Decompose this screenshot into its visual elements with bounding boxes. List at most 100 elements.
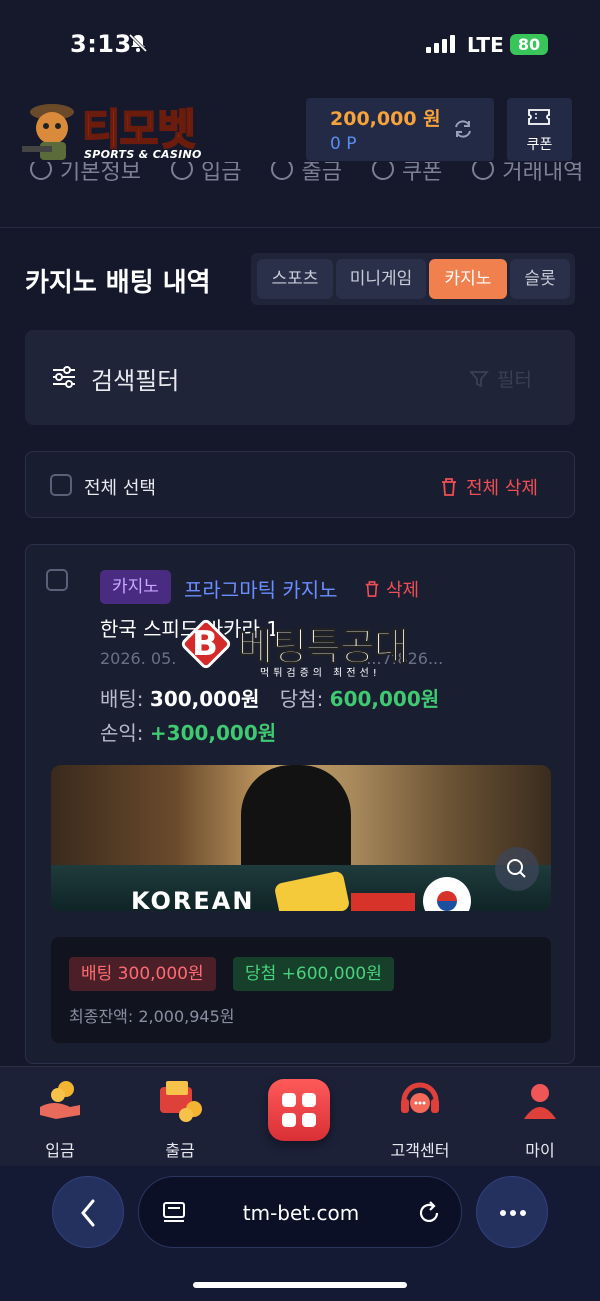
network-type: LTE [467, 33, 504, 57]
profit-label: 손익: [100, 721, 144, 745]
filter-button-label: 필터 [497, 369, 532, 391]
more-dots-icon [500, 1210, 526, 1216]
profit-row: 손익: +300,000원 [100, 717, 276, 746]
zoom-button[interactable] [495, 847, 539, 891]
reload-icon[interactable] [415, 1199, 443, 1227]
bottom-nav-support-label: 고객센터 [390, 1141, 450, 1160]
dollar-icon [170, 162, 193, 180]
watermark-letter: B [192, 624, 218, 664]
delete-button[interactable]: 삭제 [364, 576, 419, 602]
signal-icon [426, 35, 458, 53]
select-all-bar: 전체 선택 전체 삭제 [25, 451, 575, 518]
tab-slot[interactable]: 슬롯 [510, 259, 570, 299]
trash-icon [365, 581, 379, 597]
nav-deposit[interactable]: 입금 [170, 162, 241, 192]
points-amount: 0 P [330, 134, 357, 154]
home-indicator [193, 1282, 407, 1288]
watermark-subtitle: 먹튀검증의 최전선! [260, 668, 381, 679]
balance-panel[interactable]: 200,000 원 0 P [306, 98, 494, 161]
support-icon [401, 1082, 439, 1113]
nav-history[interactable]: 거래내역 [472, 162, 583, 192]
summary-bet-badge: 배팅 300,000원 [69, 957, 216, 991]
deposit-icon [40, 1081, 80, 1119]
address-bar[interactable]: tm-bet.com [138, 1176, 462, 1248]
trash-icon [442, 478, 456, 496]
bottom-nav: 입금 출금 고객센터 마이 [0, 1066, 600, 1166]
tab-casino[interactable]: 카지노 [429, 259, 507, 299]
coupon-label: 쿠폰 [526, 137, 553, 153]
search-filter-panel[interactable]: 검색필터 필터 [25, 330, 575, 425]
site-header: 티모벳 SPORTS & CASINO 200,000 원 0 P 쿠폰 기본정… [0, 90, 600, 228]
account-nav: 기본정보 입금 출금 쿠폰 거래내역 [30, 162, 600, 192]
bet-summary: 배팅 300,000원 당첨 +600,000원 최종잔액: 2,000,945… [51, 937, 551, 1043]
funnel-icon [469, 370, 489, 387]
summary-win-badge: 당첨 +600,000원 [233, 957, 394, 991]
page-title: 카지노 배팅 내역 [25, 268, 211, 298]
bet-amount-row: 배팅: 300,000원 당첨: 600,000원 [100, 683, 439, 712]
tab-minigame[interactable]: 미니게임 [336, 259, 426, 299]
bottom-nav-withdraw[interactable]: 출금 [130, 1073, 230, 1161]
silent-bell-icon [128, 33, 148, 53]
delete-label: 삭제 [386, 580, 420, 601]
game-thumbnail[interactable]: KOREAN [51, 765, 551, 911]
site-logo[interactable]: 티모벳 SPORTS & CASINO [22, 94, 222, 166]
browser-toolbar: tm-bet.com [0, 1166, 600, 1301]
status-bar: 3:13 LTE 80 [0, 0, 600, 90]
nav-withdraw[interactable]: 출금 [271, 162, 342, 192]
coupon-button[interactable]: 쿠폰 [507, 98, 572, 161]
profit-value: +300,000원 [149, 721, 277, 745]
more-button[interactable] [476, 1176, 548, 1248]
bottom-nav-withdraw-label: 출금 [165, 1141, 195, 1160]
win-label: 당첨: [279, 687, 324, 711]
filter-button[interactable]: 필터 [469, 365, 532, 392]
refresh-icon[interactable] [452, 118, 474, 140]
clock-icon [472, 162, 495, 180]
bottom-nav-deposit-label: 입금 [45, 1141, 75, 1160]
grid-dot [302, 1093, 316, 1107]
tab-sports[interactable]: 스포츠 [257, 259, 333, 299]
balance-amount: 200,000 원 [330, 108, 441, 130]
withdraw-icon [160, 1081, 202, 1122]
delete-all-label: 전체 삭제 [466, 478, 538, 499]
ticket-outline-icon [371, 162, 394, 180]
delete-all-button[interactable]: 전체 삭제 [440, 474, 538, 500]
status-time: 3:13 [70, 30, 132, 58]
banker-card-image [351, 893, 415, 911]
chevron-left-icon [81, 1199, 95, 1227]
category-badge: 카지노 [100, 570, 171, 604]
user-outline-icon [30, 162, 52, 180]
menu-grid-button[interactable] [268, 1079, 330, 1141]
bottom-nav-my[interactable]: 마이 [490, 1073, 590, 1161]
ticket-icon [528, 109, 550, 125]
select-all-checkbox[interactable] [50, 474, 72, 496]
bet-checkbox[interactable] [46, 569, 68, 591]
thumbnail-text: KOREAN [131, 887, 255, 911]
bet-value: 300,000원 [149, 687, 260, 711]
user-icon [524, 1084, 556, 1119]
battery-icon: 80 [510, 34, 548, 55]
dollar-icon [271, 162, 294, 180]
bottom-nav-deposit[interactable]: 입금 [10, 1073, 110, 1161]
watermark-logo: B 베팅특공대 먹튀검증의 최전선! [178, 616, 428, 679]
final-balance: 최종잔액: 2,000,945원 [69, 1007, 235, 1026]
bottom-nav-support[interactable]: 고객센터 [370, 1073, 470, 1161]
nav-basic-info[interactable]: 기본정보 [30, 162, 141, 192]
win-value: 600,000원 [329, 687, 440, 711]
back-button[interactable] [52, 1176, 124, 1248]
filter-label: 검색필터 [91, 367, 180, 395]
grid-dot [302, 1113, 316, 1127]
grid-dot [282, 1113, 296, 1127]
provider-name: 프라그마틱 카지노 [184, 578, 338, 602]
magnifier-icon [507, 859, 526, 878]
logo-subtext: SPORTS & CASINO [84, 148, 202, 161]
sliders-icon [53, 366, 75, 388]
select-all-label: 전체 선택 [84, 478, 156, 499]
nav-coupon[interactable]: 쿠폰 [371, 162, 442, 192]
bottom-nav-my-label: 마이 [525, 1141, 555, 1160]
bet-date-text: 2026. 05. [100, 649, 177, 668]
bet-type-tabs: 스포츠 미니게임 카지노 슬롯 [251, 253, 575, 305]
mascot-icon [22, 104, 74, 160]
bet-label: 배팅: [100, 687, 144, 711]
watermark-title: 베팅특공대 [238, 625, 410, 670]
grid-dot [282, 1093, 296, 1107]
